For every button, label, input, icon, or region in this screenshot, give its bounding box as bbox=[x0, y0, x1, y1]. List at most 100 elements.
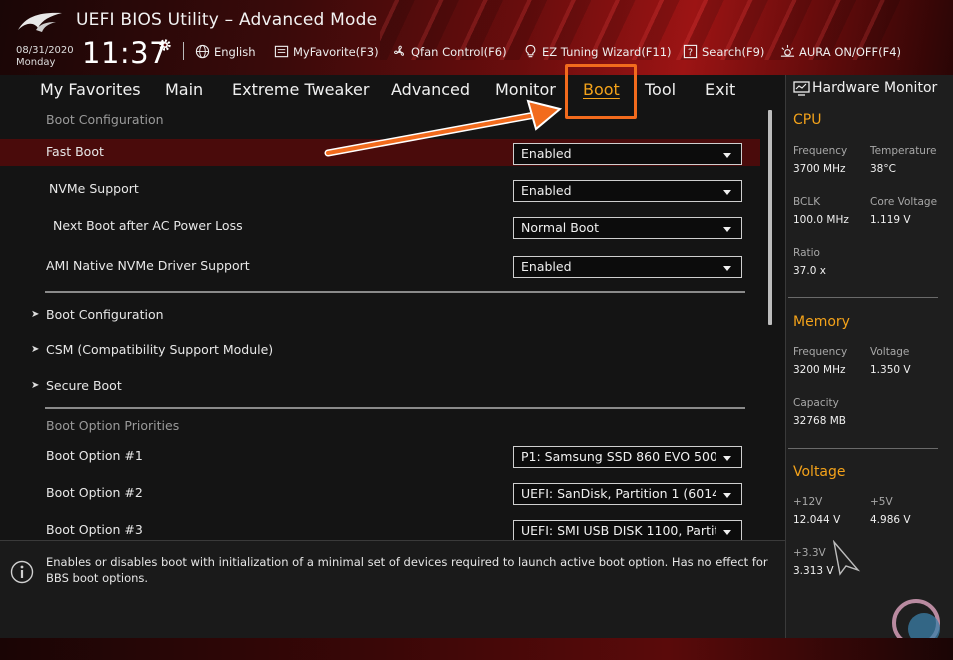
ez-tuning-button[interactable]: EZ Tuning Wizard(F11) bbox=[523, 44, 672, 59]
fan-icon bbox=[394, 45, 404, 56]
boot-option-2-dropdown[interactable]: UEFI: SanDisk, Partition 1 (6014 bbox=[513, 483, 742, 505]
submenu-arrow-icon: ➤ bbox=[31, 344, 40, 355]
cpu-frequency-label: Frequency bbox=[793, 145, 848, 157]
qfan-label: Qfan Control(F6) bbox=[411, 44, 507, 59]
tab-tool[interactable]: Tool bbox=[645, 80, 676, 99]
setting-label-fast-boot: Fast Boot bbox=[46, 144, 104, 159]
ami-nvme-value: Enabled bbox=[521, 259, 572, 274]
favorite-icon bbox=[274, 45, 289, 58]
gear-icon[interactable] bbox=[158, 38, 172, 52]
chevron-down-icon bbox=[723, 493, 731, 498]
cpu-core-voltage-value: 1.119 V bbox=[870, 214, 911, 226]
boot-option-3-label: Boot Option #3 bbox=[46, 522, 143, 537]
nvme-support-value: Enabled bbox=[521, 183, 572, 198]
app-title: UEFI BIOS Utility – Advanced Mode bbox=[76, 10, 378, 30]
hw-divider bbox=[788, 448, 938, 449]
boot-option-1-value: P1: Samsung SSD 860 EVO 500G bbox=[521, 449, 716, 464]
section-heading-boot-config: Boot Configuration bbox=[46, 112, 164, 127]
hw-divider bbox=[788, 297, 938, 298]
globe-icon bbox=[195, 44, 210, 59]
voltage-heading: Voltage bbox=[793, 464, 846, 480]
memory-voltage-label: Voltage bbox=[870, 346, 910, 358]
boot-option-3-value: UEFI: SMI USB DISK 1100, Partit bbox=[521, 523, 716, 538]
day-text: Monday bbox=[16, 57, 56, 68]
main-scrollbar[interactable] bbox=[768, 110, 772, 325]
memory-voltage-value: 1.350 V bbox=[870, 364, 911, 376]
submenu-secure-boot[interactable]: Secure Boot bbox=[46, 378, 122, 393]
cpu-bclk-label: BCLK bbox=[793, 196, 821, 208]
memory-heading: Memory bbox=[793, 314, 850, 330]
help-description: Enables or disables boot with initializa… bbox=[46, 555, 768, 585]
info-icon bbox=[10, 560, 34, 584]
boot-tab-highlight bbox=[565, 64, 637, 119]
clock-time: 11:37 bbox=[82, 36, 169, 70]
cpu-ratio-value: 37.0 x bbox=[793, 265, 826, 277]
setting-label-nvme-support: NVMe Support bbox=[49, 181, 139, 196]
chevron-down-icon bbox=[723, 190, 731, 195]
voltage-12v-value: 12.044 V bbox=[793, 514, 841, 526]
submenu-arrow-icon: ➤ bbox=[31, 309, 40, 320]
cpu-ratio-label: Ratio bbox=[793, 247, 820, 259]
nvme-support-dropdown[interactable]: Enabled bbox=[513, 180, 742, 202]
voltage-12v-label: +12V bbox=[793, 496, 823, 508]
submenu-boot-configuration[interactable]: Boot Configuration bbox=[46, 307, 164, 322]
chevron-down-icon bbox=[723, 153, 731, 158]
chevron-down-icon bbox=[723, 456, 731, 461]
myfavorite-button[interactable]: MyFavorite(F3) bbox=[274, 44, 379, 59]
tab-exit[interactable]: Exit bbox=[705, 80, 735, 99]
hardware-monitor-title: Hardware Monitor bbox=[812, 80, 938, 96]
cpu-heading: CPU bbox=[793, 112, 822, 128]
cpu-temperature-label: Temperature bbox=[870, 145, 937, 157]
ac-power-loss-value: Normal Boot bbox=[521, 220, 599, 235]
setting-label-ami-nvme: AMI Native NVMe Driver Support bbox=[46, 258, 250, 273]
chevron-down-icon bbox=[723, 266, 731, 271]
memory-capacity-label: Capacity bbox=[793, 397, 839, 409]
language-label: English bbox=[214, 44, 256, 59]
memory-frequency-value: 3200 MHz bbox=[793, 364, 846, 376]
header-divider bbox=[183, 42, 184, 60]
lightbulb-icon bbox=[525, 44, 536, 58]
memory-capacity-value: 32768 MB bbox=[793, 415, 847, 427]
setting-label-ac-power-loss: Next Boot after AC Power Loss bbox=[53, 218, 243, 233]
monitor-icon bbox=[793, 81, 810, 96]
qfan-button[interactable]: Qfan Control(F6) bbox=[392, 44, 507, 59]
voltage-5v-label: +5V bbox=[870, 496, 893, 508]
boot-option-2-label: Boot Option #2 bbox=[46, 485, 143, 500]
submenu-arrow-icon: ➤ bbox=[31, 380, 40, 391]
boot-option-1-label: Boot Option #1 bbox=[46, 448, 143, 463]
cpu-core-voltage-label: Core Voltage bbox=[870, 196, 938, 208]
clipped-row-container: Boot Option #3 UEFI: SMI USB DISK 1100, … bbox=[0, 515, 785, 540]
myfavorite-label: MyFavorite(F3) bbox=[293, 44, 379, 59]
boot-option-1-dropdown[interactable]: P1: Samsung SSD 860 EVO 500G bbox=[513, 446, 742, 468]
aura-icon bbox=[780, 44, 795, 57]
aura-button[interactable]: AURA ON/OFF(F4) bbox=[780, 44, 901, 59]
chevron-down-icon bbox=[723, 227, 731, 232]
annotation-arrow-icon bbox=[324, 99, 563, 157]
voltage-33v-label: +3.3V bbox=[793, 547, 826, 559]
ami-nvme-dropdown[interactable]: Enabled bbox=[513, 256, 742, 278]
boot-option-2-value: UEFI: SanDisk, Partition 1 (6014 bbox=[521, 486, 716, 501]
search-button[interactable]: ? Search(F9) bbox=[683, 44, 764, 59]
voltage-33v-value: 3.313 V bbox=[793, 565, 834, 577]
language-button[interactable]: English bbox=[195, 44, 256, 59]
svg-text:?: ? bbox=[688, 47, 693, 58]
section-heading-boot-priorities: Boot Option Priorities bbox=[46, 418, 180, 433]
bottom-decoration bbox=[0, 638, 953, 660]
main-settings-panel bbox=[0, 105, 785, 540]
aura-label: AURA ON/OFF(F4) bbox=[799, 44, 902, 59]
cpu-frequency-value: 3700 MHz bbox=[793, 163, 846, 175]
tab-my-favorites[interactable]: My Favorites bbox=[40, 80, 141, 99]
ac-power-loss-dropdown[interactable]: Normal Boot bbox=[513, 217, 742, 239]
submenu-csm[interactable]: CSM (Compatibility Support Module) bbox=[46, 342, 273, 357]
tab-main[interactable]: Main bbox=[165, 80, 203, 99]
date-display: 08/31/2020 Monday bbox=[16, 45, 74, 69]
mouse-cursor-icon bbox=[832, 540, 861, 576]
date-text: 08/31/2020 bbox=[16, 45, 74, 56]
chevron-down-icon bbox=[723, 530, 731, 535]
search-label: Search(F9) bbox=[702, 44, 765, 59]
search-help-icon: ? bbox=[683, 44, 698, 58]
ez-tuning-label: EZ Tuning Wizard(F11) bbox=[542, 44, 672, 59]
section-divider bbox=[45, 407, 745, 409]
boot-option-3-dropdown[interactable]: UEFI: SMI USB DISK 1100, Partit bbox=[513, 520, 742, 540]
cpu-bclk-value: 100.0 MHz bbox=[793, 214, 849, 226]
